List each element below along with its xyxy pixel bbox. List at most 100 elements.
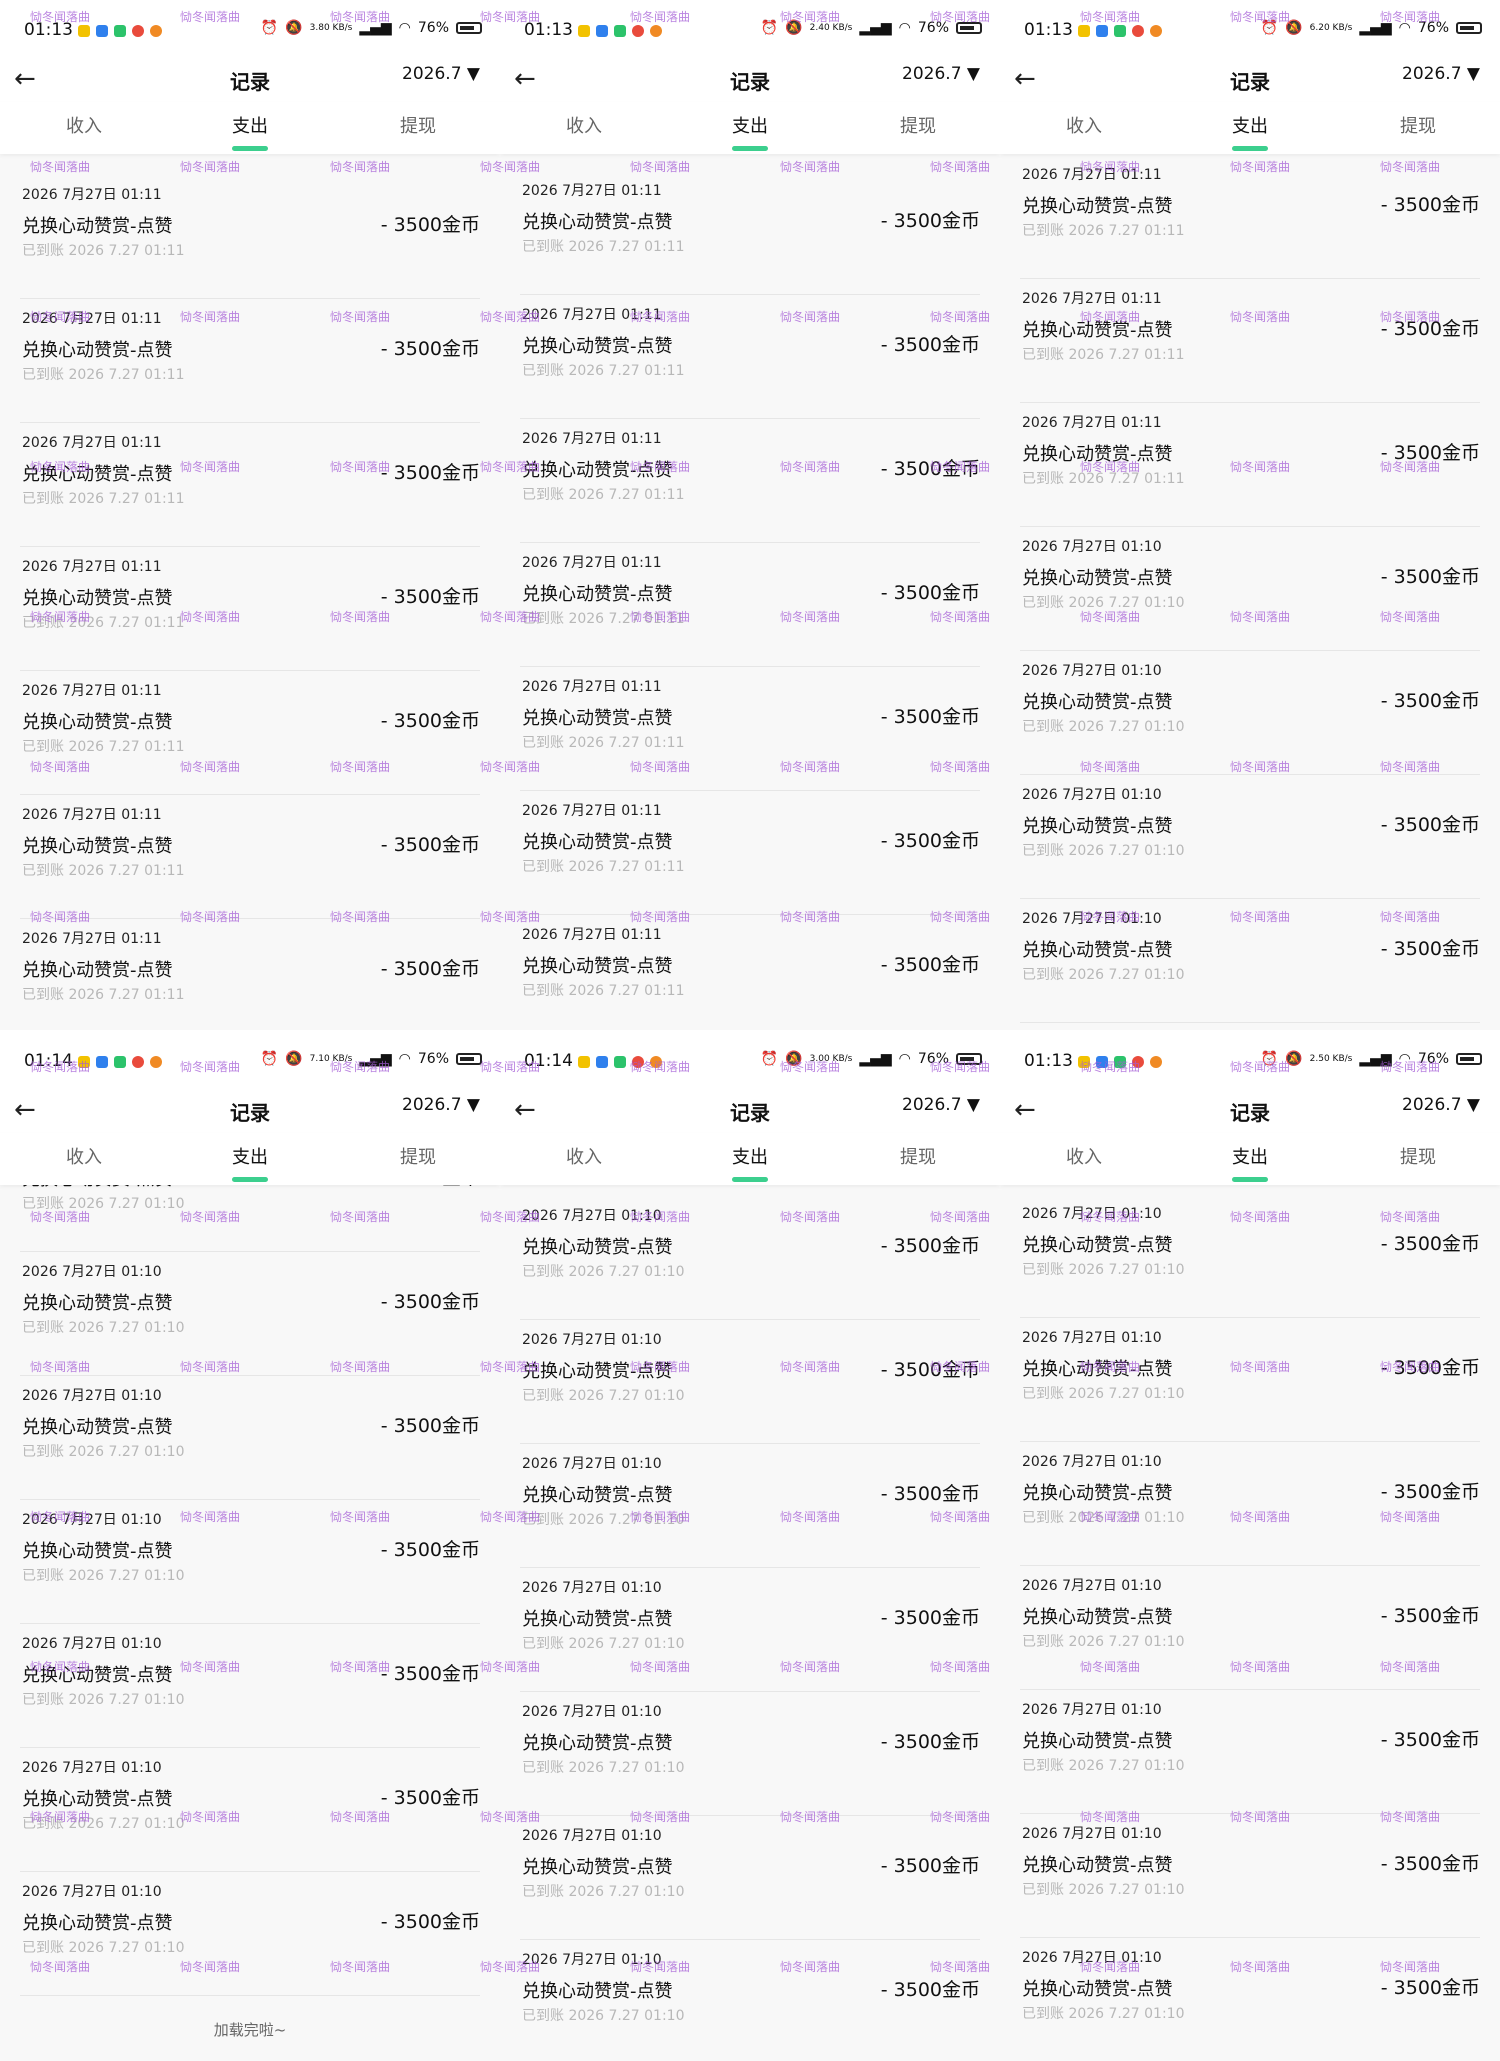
transaction-row[interactable]: 2026 7月27日 01:10 兑换心动赞赏-点赞 - 3500金币 已到账 202…: [1020, 1193, 1480, 1318]
transaction-row[interactable]: 2026 7月27日 01:11 兑换心动赞赏-点赞 - 3500金币 已到账 202…: [520, 170, 980, 295]
status-bar: 01:13 ⏰ 🔕 2.40 KB/s ▂▄▆ ◠ 76%: [500, 0, 1000, 56]
tab-expense[interactable]: 支出: [190, 1143, 310, 1169]
tab-withdraw[interactable]: 提现: [858, 1143, 978, 1169]
transaction-row[interactable]: 2026 7月27日 01:10 兑换心动赞赏-点赞 - 3500金币 已到账 202…: [1020, 1937, 1480, 2061]
transaction-row[interactable]: 2026 7月27日 01:11 兑换心动赞赏-点赞 - 3500金币 已到账 202…: [520, 294, 980, 419]
transaction-row[interactable]: 2026 7月27日 01:11 兑换心动赞赏-点赞 - 3500金币 已到账 202…: [20, 174, 480, 299]
tab-withdraw[interactable]: 提现: [858, 112, 978, 138]
tab-withdraw[interactable]: 提现: [1358, 112, 1478, 138]
transaction-row[interactable]: 2026 7月27日 01:10 兑换心动赞赏-点赞 - 3500金币 已到账 202…: [1020, 774, 1480, 899]
transaction-row[interactable]: 2026 7月27日 01:11 兑换心动赞赏-点赞 - 3500金币 已到账 202…: [1020, 402, 1480, 527]
transaction-status: 已到账 2026 7.27 01:11: [22, 615, 185, 631]
transaction-amount: - 3500金币: [880, 1483, 980, 1505]
transaction-row[interactable]: 2026 7月27日 01:10 兑换心动赞赏-点赞 - 3500金币 已到账 202…: [20, 1623, 480, 1748]
transaction-list[interactable]: 2026 7月27日 01:10 兑换心动赞赏-点赞 - 3500金币 已到账 202…: [500, 1185, 1000, 2061]
transaction-row[interactable]: 2026 7月27日 01:10 兑换心动赞赏-点赞 - 3500金币 已到账 202…: [1020, 1689, 1480, 1814]
tab-income[interactable]: 收入: [1024, 112, 1144, 138]
net-speed: 7.10 KB/s: [309, 1053, 353, 1064]
battery-percent: 76%: [917, 1051, 949, 1067]
top-bar: ← 记录 2026.7 ▼: [0, 56, 500, 102]
transaction-row[interactable]: 2026 7月27日 01:10 兑换心动赞赏-点赞 - 3500金币 已到账 202…: [20, 1251, 480, 1376]
transaction-row[interactable]: 2026 7月27日 01:10 兑换心动赞赏-点赞 - 3500金币 已到账 202…: [1020, 1317, 1480, 1442]
transaction-row[interactable]: 2026 7月27日 01:11 兑换心动赞赏-点赞 - 3500金币 已到账 202…: [20, 422, 480, 547]
tab-income[interactable]: 收入: [524, 1143, 644, 1169]
month-selector[interactable]: 2026.7 ▼: [402, 1095, 480, 1115]
battery-icon: [456, 22, 482, 34]
tab-income[interactable]: 收入: [1024, 1143, 1144, 1169]
transaction-row[interactable]: 2026 7月27日 01:11 兑换心动赞赏-点赞 - 3500金币 已到账 202…: [20, 546, 480, 671]
month-selector[interactable]: 2026.7 ▼: [402, 64, 480, 84]
transaction-row[interactable]: 2026 7月27日 01:10 兑换心动赞赏-点赞 - 3500金币 已到账 202…: [1020, 1565, 1480, 1690]
tab-income[interactable]: 收入: [24, 112, 144, 138]
tab-expense[interactable]: 支出: [190, 112, 310, 138]
transaction-row[interactable]: 2026 7月27日 01:10 兑换心动赞赏-点赞 - 3500金币 已到账 202…: [20, 1375, 480, 1500]
transaction-row[interactable]: 2026 7月27日 01:11 兑换心动赞赏-点赞 - 3500金币 已到账 202…: [20, 670, 480, 795]
transaction-row[interactable]: 2026 7月27日 01:10 兑换心动赞赏-点赞 - 3500金币 已到账 202…: [520, 1691, 980, 1816]
tab-expense[interactable]: 支出: [690, 1143, 810, 1169]
system-icons: ⏰ 🔕 7.10 KB/s ▂▄▆ ◠ 76%: [261, 1051, 482, 1067]
month-selector[interactable]: 2026.7 ▼: [902, 1095, 980, 1115]
transaction-name: 兑换心动赞赏-点赞: [1022, 1607, 1173, 1628]
tab-expense[interactable]: 支出: [1190, 112, 1310, 138]
transaction-row[interactable]: 2026 7月27日 01:10 兑换心动赞赏-点赞 - 3500金币 已到账 202…: [520, 1195, 980, 1320]
transaction-list[interactable]: 2026 7月27日 01:11 兑换心动赞赏-点赞 - 3500金币 已到账 202…: [1000, 154, 1500, 1030]
transaction-row[interactable]: 2026 7月27日 01:10 兑换心动赞赏-点赞 - 3500金币 已到账 202…: [1020, 898, 1480, 1023]
transaction-row[interactable]: 2026 7月27日 01:10 兑换心动赞赏-点赞 - 3500金币 已到账 202…: [1020, 526, 1480, 651]
transaction-amount: - 3500金币: [880, 1979, 980, 2001]
wechat-icon: [1114, 1056, 1126, 1068]
tab-expense[interactable]: 支出: [1190, 1143, 1310, 1169]
transaction-date: 2026 7月27日 01:11: [22, 311, 162, 327]
signal-icon: ▂▄▆: [1359, 20, 1392, 36]
month-selector[interactable]: 2026.7 ▼: [902, 64, 980, 84]
transaction-row[interactable]: 2026 7月27日 01:10 兑换心动赞赏-点赞 - 3500金币 已到账 202…: [520, 1443, 980, 1568]
transaction-row[interactable]: 2026 7月27日 01:10 兑换心动赞赏-点赞 - 3500金币 已到账 202…: [1020, 1813, 1480, 1938]
transaction-row[interactable]: 2026 7月27日 01:10 兑换心动赞赏-点赞 - 3500金币 已到账 202…: [1020, 650, 1480, 775]
transaction-row[interactable]: 2026 7月27日 01:11 兑换心动赞赏-点赞 - 3500金币 已到账 202…: [1020, 278, 1480, 403]
transaction-row[interactable]: 兑换心动赞赏-点赞 - 3500金币已到账 2026 7.27 01:10: [20, 1185, 480, 1252]
transaction-row[interactable]: 2026 7月27日 01:11 兑换心动赞赏-点赞 - 3500金币 已到账 202…: [520, 790, 980, 915]
system-icons: ⏰ 🔕 3.80 KB/s ▂▄▆ ◠ 76%: [261, 20, 482, 36]
transaction-date: 2026 7月27日 01:10: [1022, 787, 1162, 803]
month-selector[interactable]: 2026.7 ▼: [1402, 64, 1480, 84]
transaction-name: 兑换心动赞赏-点赞: [1022, 1855, 1173, 1876]
transaction-row[interactable]: 2026 7月27日 01:11 兑换心动赞赏-点赞 - 3500金币 已到账 202…: [20, 794, 480, 919]
transaction-status: 已到账 2026 7.27 01:10: [1022, 1386, 1185, 1402]
transaction-list[interactable]: 2026 7月27日 01:11 兑换心动赞赏-点赞 - 3500金币 已到账 202…: [0, 154, 500, 1030]
transaction-row[interactable]: 2026 7月27日 01:10 兑换心动赞赏-点赞 - 3500金币 已到账 202…: [1020, 1441, 1480, 1566]
transaction-row[interactable]: 2026 7月27日 01:10 兑换心动赞赏-点赞 - 3500金币 已到账 202…: [520, 1815, 980, 1940]
wifi-icon: ◠: [1398, 20, 1411, 36]
tab-income[interactable]: 收入: [24, 1143, 144, 1169]
transaction-row[interactable]: 2026 7月27日 01:11 兑换心动赞赏-点赞 - 3500金币 已到账 202…: [520, 914, 980, 1030]
transaction-name: 兑换心动赞赏-点赞: [1022, 320, 1173, 341]
battery-percent: 76%: [417, 1051, 449, 1067]
transaction-row[interactable]: 2026 7月27日 01:10 兑换心动赞赏-点赞 - 3500金币 已到账 202…: [520, 1939, 980, 2061]
transaction-row[interactable]: 2026 7月27日 01:10 兑换心动赞赏-点赞 - 3500金币 已到账 202…: [520, 1567, 980, 1692]
transaction-row[interactable]: 2026 7月27日 01:10 兑换心动赞赏-点赞 - 3500金币 已到账 202…: [20, 1871, 480, 1996]
transaction-name: 兑换心动赞赏-点赞: [22, 216, 173, 237]
transaction-row[interactable]: 2026 7月27日 01:11 兑换心动赞赏-点赞 - 3500金币 已到账 202…: [1020, 154, 1480, 279]
status-time: 01:14: [524, 1051, 573, 1071]
transaction-row[interactable]: 2026 7月27日 01:11 兑换心动赞赏-点赞 - 3500金币 已到账 202…: [520, 666, 980, 791]
transaction-status: 已到账 2026 7.27 01:11: [22, 987, 185, 1003]
wechat-icon: [614, 25, 626, 37]
tab-withdraw[interactable]: 提现: [1358, 1143, 1478, 1169]
tab-withdraw[interactable]: 提现: [358, 1143, 478, 1169]
transaction-list[interactable]: 兑换心动赞赏-点赞- 3500金币已到账 2026 7.27 01:102026…: [0, 1185, 500, 2061]
transaction-list[interactable]: 2026 7月27日 01:10 兑换心动赞赏-点赞 - 3500金币 已到账 202…: [1000, 1185, 1500, 2061]
transaction-row[interactable]: 2026 7月27日 01:11 兑换心动赞赏-点赞 - 3500金币 已到账 202…: [520, 542, 980, 667]
transaction-row[interactable]: 2026 7月27日 01:11 兑换心动赞赏-点赞 - 3500金币 已到账 202…: [20, 298, 480, 423]
tab-income[interactable]: 收入: [524, 112, 644, 138]
top-bar: ← 记录 2026.7 ▼: [500, 56, 1000, 102]
transaction-name: 兑换心动赞赏-点赞: [22, 1541, 173, 1562]
wifi-icon: ◠: [398, 1051, 411, 1067]
transaction-row[interactable]: 2026 7月27日 01:10 兑换心动赞赏-点赞 - 3500金币 已到账 202…: [520, 1319, 980, 1444]
transaction-date: 2026 7月27日 01:10: [1022, 1454, 1162, 1470]
tab-withdraw[interactable]: 提现: [358, 112, 478, 138]
transaction-row[interactable]: 2026 7月27日 01:10 兑换心动赞赏-点赞 - 3500金币 已到账 202…: [20, 1747, 480, 1872]
transaction-row[interactable]: 2026 7月27日 01:11 兑换心动赞赏-点赞 - 3500金币 已到账 202…: [20, 918, 480, 1030]
tab-expense[interactable]: 支出: [690, 112, 810, 138]
month-selector[interactable]: 2026.7 ▼: [1402, 1095, 1480, 1115]
transaction-row[interactable]: 2026 7月27日 01:11 兑换心动赞赏-点赞 - 3500金币 已到账 202…: [520, 418, 980, 543]
transaction-row[interactable]: 2026 7月27日 01:10 兑换心动赞赏-点赞 - 3500金币 已到账 202…: [20, 1499, 480, 1624]
transaction-list[interactable]: 2026 7月27日 01:11 兑换心动赞赏-点赞 - 3500金币 已到账 202…: [500, 154, 1000, 1030]
